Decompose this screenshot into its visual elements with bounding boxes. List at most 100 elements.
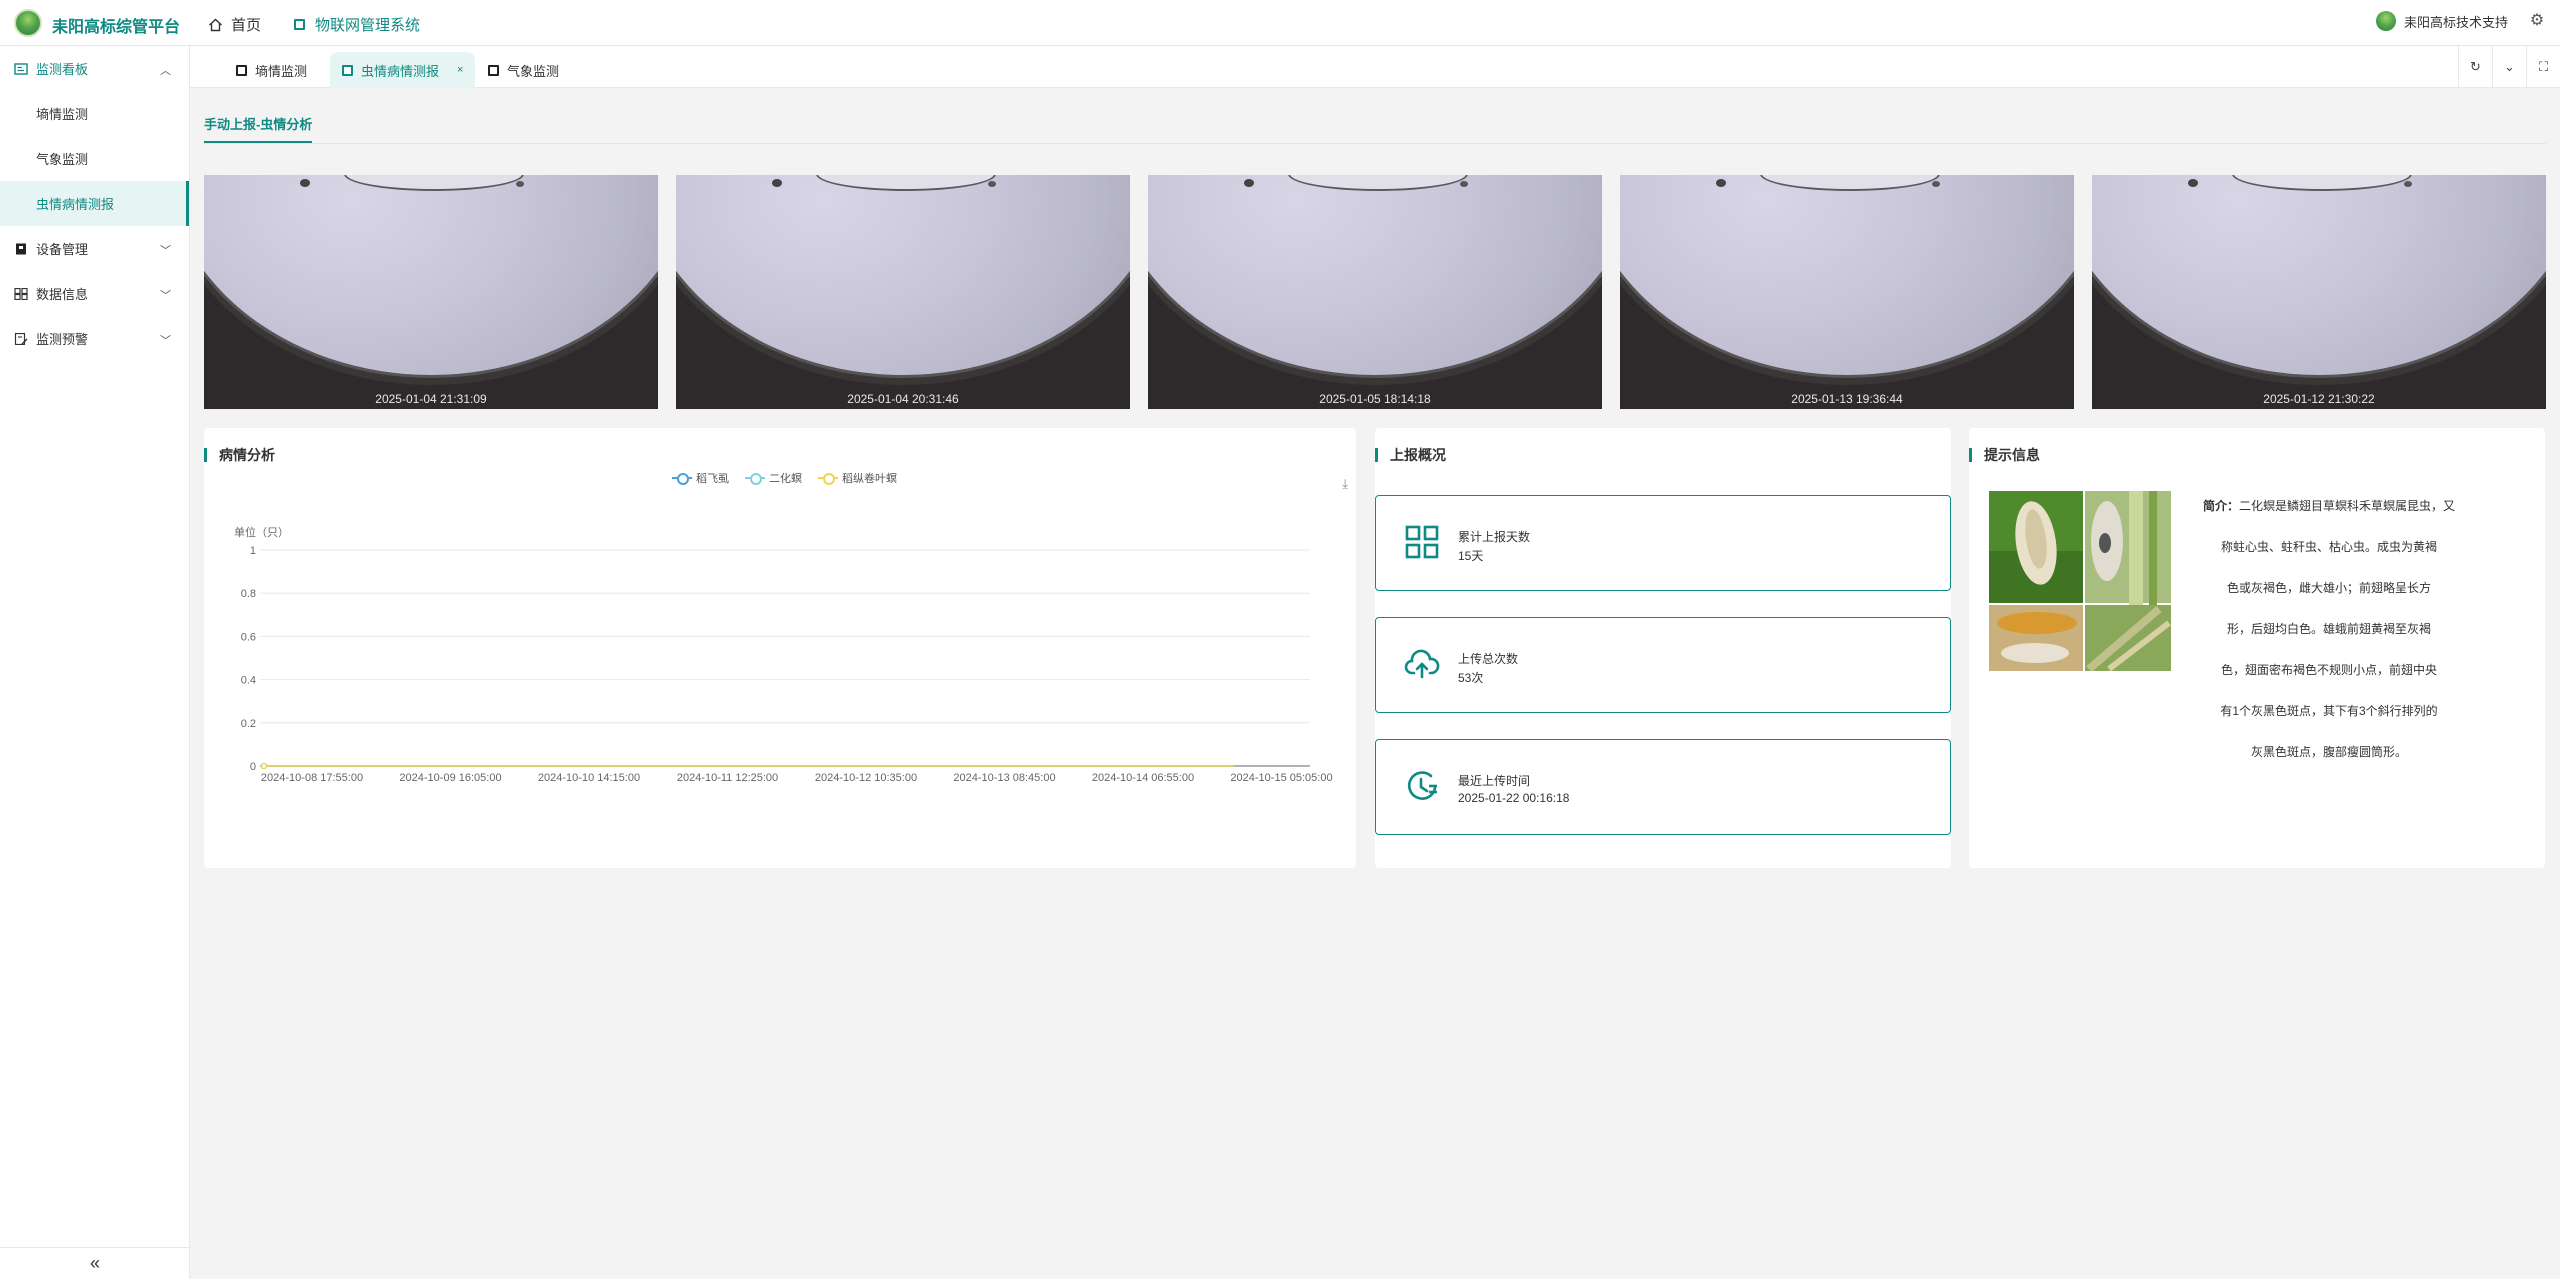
cloud-upload-icon xyxy=(1404,649,1440,679)
tab-pest-report[interactable]: 虫情病情测报 × xyxy=(330,52,476,88)
sidebar-item-moisture[interactable]: 墒情监测 xyxy=(0,91,189,136)
trap-plate xyxy=(204,175,658,375)
sidebar-group-label: 监测预警 xyxy=(36,332,89,347)
gear-icon[interactable]: ⚙ xyxy=(2528,12,2546,30)
tip-line: 有1个灰黑色斑点，其下有3个斜行排列的 xyxy=(2220,704,2438,718)
legend-item[interactable]: 稻纵卷叶螟 xyxy=(818,470,897,486)
legend-label: 稻纵卷叶螟 xyxy=(842,473,897,485)
sidebar-group-label: 设备管理 xyxy=(36,242,89,257)
nav-iot-system-link[interactable]: 物联网管理系统 xyxy=(294,14,420,35)
sidebar-item-weather[interactable]: 气象监测 xyxy=(0,136,189,181)
y-tick-label: 0 xyxy=(250,761,256,773)
trap-speck xyxy=(516,181,524,187)
legend-item[interactable]: 稻飞虱 xyxy=(672,470,729,486)
y-axis-label: 单位（只） xyxy=(234,525,289,539)
trap-speck xyxy=(1932,181,1940,187)
card-title: 上报概况 xyxy=(1375,448,1446,462)
sidebar-group-data-info[interactable]: 数据信息 ﹀ xyxy=(0,271,189,316)
platform-title: 耒阳高标综管平台 xyxy=(52,19,181,36)
sidebar-item-pest-report[interactable]: 虫情病情测报 xyxy=(0,181,189,226)
trap-speck xyxy=(1244,179,1254,187)
stat-value: 53次 xyxy=(1458,671,1484,685)
nav-iot-label: 物联网管理系统 xyxy=(315,17,421,34)
fullscreen-icon[interactable]: ⛶ xyxy=(2526,46,2560,88)
sidebar-collapse-button[interactable]: « xyxy=(0,1247,190,1279)
tabs-bar: 墒情监测 虫情病情测报 × 气象监测 ↻ ⌄ ⛶ xyxy=(190,46,2560,88)
tab-label: 墒情监测 xyxy=(255,63,308,79)
tip-line: 色，翅面密布褐色不规则小点，前翅中央 xyxy=(2220,663,2437,677)
trap-plate xyxy=(676,175,1130,375)
platform-logo xyxy=(14,9,42,37)
trap-speck xyxy=(2404,181,2412,187)
trap-image[interactable]: 2025-01-04 21:31:09 xyxy=(204,175,658,409)
tab-weather[interactable]: 气象监测 xyxy=(476,52,571,88)
tip-line: 色或灰褐色，雌大雄小；前翅略呈长方 xyxy=(2226,581,2431,595)
legend-marker xyxy=(818,473,838,485)
tips-card: 提示信息 简介：二化螟是鳞翅目草螟科禾草螟属昆虫，又 称蛀心虫、蛀秆虫、枯心虫。… xyxy=(1969,428,2545,868)
y-tick-label: 0.8 xyxy=(241,588,256,600)
legend-marker xyxy=(672,473,692,485)
trap-speck xyxy=(1460,181,1468,187)
chart-legend: 稻飞虱 二化螟 稻纵卷叶螟 xyxy=(672,470,897,486)
nav-home-label: 首页 xyxy=(231,17,262,34)
sidebar: 监测看板 ︿ 墒情监测 气象监测 虫情病情测报 设备管理 ﹀ 数据信息 ﹀ 监测… xyxy=(0,46,190,1279)
stat-label: 累计上报天数 xyxy=(1458,530,1531,544)
trap-image[interactable]: 2025-01-12 21:30:22 xyxy=(2092,175,2546,409)
image-timestamp: 2025-01-04 20:31:46 xyxy=(847,392,959,406)
sidebar-group-monitor-board[interactable]: 监测看板 ︿ xyxy=(0,46,189,91)
tip-line: 称蛀心虫、蛀秆虫、枯心虫。成虫为黄褐 xyxy=(2220,540,2437,554)
stat-value: 2025-01-22 00:16:18 xyxy=(1458,791,1570,805)
chevron-down-icon[interactable]: ⌄ xyxy=(2492,46,2526,88)
stat-total-days: 累计上报天数 15天 xyxy=(1375,495,1951,591)
chevron-down-icon: ﹀ xyxy=(160,290,171,302)
user-menu[interactable]: 耒阳高标技术支持 xyxy=(2375,11,2508,31)
legend-item[interactable]: 二化螟 xyxy=(745,470,802,486)
y-tick-label: 0.6 xyxy=(241,631,256,643)
nav-home-link[interactable]: 首页 xyxy=(208,14,261,35)
sidebar-group-warning[interactable]: 监测预警 ﹀ xyxy=(0,316,189,361)
trap-image[interactable]: 2025-01-04 20:31:46 xyxy=(676,175,1130,409)
tip-line-text: 二化螟是鳞翅目草螟科禾草螟属昆虫，又 xyxy=(2239,499,2456,513)
image-timestamp: 2025-01-12 21:30:22 xyxy=(2263,392,2375,406)
trap-image[interactable]: 2025-01-05 18:14:18 xyxy=(1148,175,1602,409)
stat-label: 最近上传时间 xyxy=(1458,774,1531,788)
chevron-up-icon: ︿ xyxy=(160,65,171,77)
grid-icon xyxy=(1405,525,1439,559)
stat-label: 上传总次数 xyxy=(1458,652,1519,666)
system-icon xyxy=(294,19,305,30)
image-timestamp: 2025-01-04 21:31:09 xyxy=(375,392,487,406)
trap-speck xyxy=(1716,179,1726,187)
tab-label: 虫情病情测报 xyxy=(361,63,440,79)
data-point xyxy=(260,762,268,770)
sidebar-group-label: 数据信息 xyxy=(36,287,89,302)
tip-line: 简介：二化螟是鳞翅目草螟科禾草螟属昆虫，又 xyxy=(2191,486,2467,527)
page-icon xyxy=(342,64,353,76)
trap-image[interactable]: 2025-01-13 19:36:44 xyxy=(1620,175,2074,409)
tip-text: 简介：二化螟是鳞翅目草螟科禾草螟属昆虫，又 称蛀心虫、蛀秆虫、枯心虫。成虫为黄褐… xyxy=(2191,486,2467,773)
page-icon xyxy=(488,64,499,76)
x-tick-label: 2024-10-12 10:35:00 xyxy=(815,772,917,784)
refresh-icon[interactable]: ↻ xyxy=(2458,46,2492,88)
tab-label: 气象监测 xyxy=(507,63,560,79)
close-icon[interactable]: × xyxy=(457,64,463,76)
legend-marker xyxy=(745,473,765,485)
y-tick-label: 1 xyxy=(250,545,256,557)
double-chevron-left-icon: « xyxy=(89,1253,100,1273)
clock-icon xyxy=(1407,771,1437,800)
subtab-manual-pest-analysis[interactable]: 手动上报-虫情分析 xyxy=(204,114,313,143)
x-tick-label: 2024-10-11 12:25:00 xyxy=(677,772,778,784)
device-icon xyxy=(16,243,26,254)
image-timestamp: 2025-01-13 19:36:44 xyxy=(1791,392,1903,406)
sidebar-group-device-management[interactable]: 设备管理 ﹀ xyxy=(0,226,189,271)
pest-line-chart: 单位（只） 1 0.8 0.6 0.4 0.2 0 2024-10-08 17:55:00 20… xyxy=(234,525,1333,784)
tab-tools: ↻ ⌄ ⛶ xyxy=(2458,46,2560,88)
dashboard-icon xyxy=(14,62,28,75)
data-icon xyxy=(14,287,28,300)
legend-label: 二化螟 xyxy=(769,473,802,485)
sidebar-item-label: 墒情监测 xyxy=(36,107,89,122)
divider xyxy=(204,143,2546,144)
trap-speck xyxy=(300,179,310,187)
trap-speck xyxy=(2188,179,2198,187)
tab-moisture[interactable]: 墒情监测 xyxy=(224,52,319,88)
y-tick-label: 0.4 xyxy=(241,675,256,687)
